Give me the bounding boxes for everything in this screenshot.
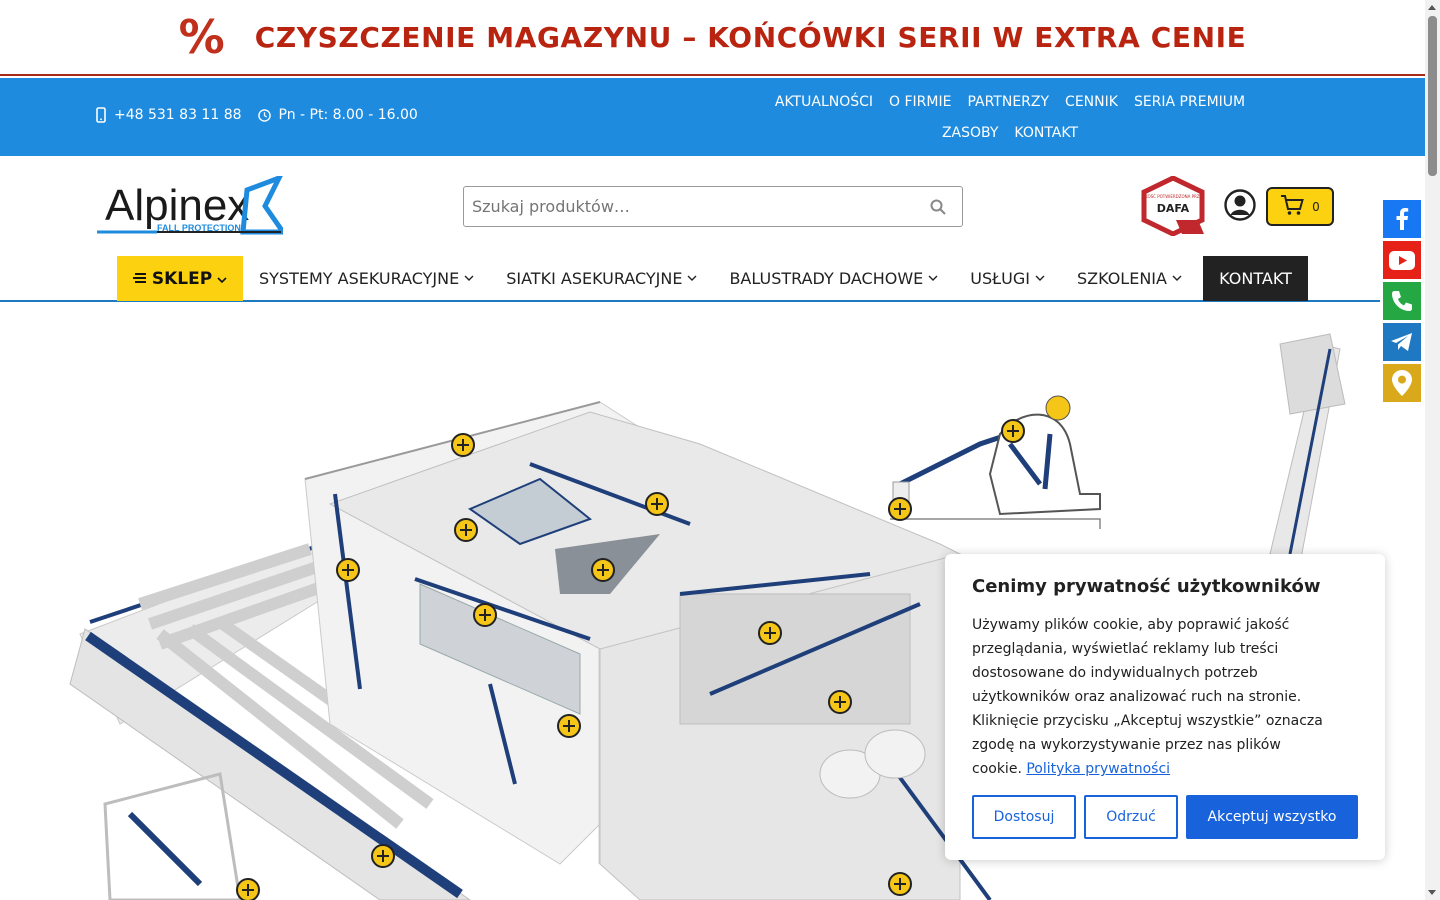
opening-hours-text: Pn - Pt: 8.00 - 16.00 xyxy=(278,107,418,123)
topnav-aktualnosci[interactable]: AKTUALNOŚCI xyxy=(767,90,881,114)
chevron-down-icon xyxy=(687,275,697,281)
cookie-buttons: Dostosuj Odrzuć Akceptuj wszystko xyxy=(972,795,1358,839)
user-account-icon[interactable] xyxy=(1224,189,1256,225)
logo-tagline: FALL PROTECTION xyxy=(157,223,241,233)
chevron-down-icon xyxy=(1035,275,1045,281)
shop-menu-button[interactable]: SKLEP xyxy=(117,256,243,301)
topnav-kontakt[interactable]: KONTAKT xyxy=(1006,121,1086,145)
chevron-down-icon xyxy=(928,275,938,281)
topnav-cennik[interactable]: CENNIK xyxy=(1057,90,1126,114)
chevron-down-icon xyxy=(464,275,474,281)
contact-info: +48 531 83 11 88 Pn - Pt: 8.00 - 16.00 xyxy=(96,107,418,123)
nav-systemy-asekuracyjne[interactable]: SYSTEMY ASEKURACYJNE xyxy=(243,255,490,301)
cookie-title: Cenimy prywatność użytkowników xyxy=(972,576,1321,597)
main-nav: SKLEP SYSTEMY ASEKURACYJNE SIATKI ASEKUR… xyxy=(0,255,1380,302)
top-bar: +48 531 83 11 88 Pn - Pt: 8.00 - 16.00 A… xyxy=(0,78,1425,156)
reject-button[interactable]: Odrzuć xyxy=(1084,795,1178,839)
nav-label: BALUSTRADY DACHOWE xyxy=(729,268,924,288)
nav-siatki-asekuracyjne[interactable]: SIATKI ASEKURACYJNE xyxy=(490,255,713,301)
opening-hours: Pn - Pt: 8.00 - 16.00 xyxy=(257,107,418,123)
top-nav: AKTUALNOŚCI O FIRMIE PARTNERZY CENNIK SE… xyxy=(740,78,1280,156)
nav-balustrady-dachowe[interactable]: BALUSTRADY DACHOWE xyxy=(713,255,954,301)
dafa-badge[interactable]: JAKOŚĆ POTWIERDZONA PRZEZ DAFA xyxy=(1140,175,1206,237)
nav-label: SZKOLENIA xyxy=(1076,268,1167,288)
clock-icon xyxy=(257,108,271,122)
nav-uslugi[interactable]: USŁUGI xyxy=(954,255,1061,301)
phone-number[interactable]: +48 531 83 11 88 xyxy=(114,107,242,123)
search-bar[interactable] xyxy=(463,186,963,227)
topnav-o-firmie[interactable]: O FIRMIE xyxy=(881,90,959,114)
privacy-policy-link[interactable]: Polityka prywatności xyxy=(1026,761,1170,777)
scrollbar[interactable] xyxy=(1425,0,1440,900)
dafa-small-text: JAKOŚĆ POTWIERDZONA PRZEZ xyxy=(1140,194,1205,199)
cart-button[interactable]: 0 xyxy=(1266,187,1334,226)
promo-text: CZYSZCZENIE MAGAZYNU – KOŃCÓWKI SERII W … xyxy=(254,20,1247,54)
youtube-icon[interactable] xyxy=(1383,241,1421,279)
alpinex-logo[interactable]: Alpinex FALL PROTECTION xyxy=(97,173,288,236)
cookie-text: Używamy plików cookie, aby poprawić jako… xyxy=(972,613,1332,781)
mobile-phone-icon xyxy=(96,107,106,123)
facebook-icon[interactable] xyxy=(1383,200,1421,238)
dafa-text: DAFA xyxy=(1157,202,1190,215)
nav-szkolenia[interactable]: SZKOLENIA xyxy=(1061,255,1198,301)
cart-count: 0 xyxy=(1312,199,1320,214)
main-nav-items: SYSTEMY ASEKURACYJNE SIATKI ASEKURACYJNE… xyxy=(243,255,1198,301)
customize-button[interactable]: Dostosuj xyxy=(972,795,1076,839)
topnav-seria-premium[interactable]: SERIA PREMIUM xyxy=(1126,90,1253,114)
telegram-icon[interactable] xyxy=(1383,323,1421,361)
scrollbar-thumb[interactable] xyxy=(1428,16,1437,176)
chevron-down-icon xyxy=(1172,275,1182,281)
scroll-up-arrow[interactable] xyxy=(1428,5,1436,10)
scroll-down-arrow[interactable] xyxy=(1428,890,1436,895)
nav-label: SYSTEMY ASEKURACYJNE xyxy=(259,268,460,288)
chevron-down-icon xyxy=(217,269,227,289)
percent-icon: % xyxy=(178,10,225,64)
cookie-body: Używamy plików cookie, aby poprawić jako… xyxy=(972,617,1323,777)
nav-kontakt-button[interactable]: KONTAKT xyxy=(1203,256,1308,301)
accept-all-button[interactable]: Akceptuj wszystko xyxy=(1186,795,1358,839)
phone-icon[interactable] xyxy=(1383,282,1421,320)
topnav-partnerzy[interactable]: PARTNERZY xyxy=(959,90,1057,114)
nav-label: USŁUGI xyxy=(970,268,1030,288)
nav-label: SIATKI ASEKURACYJNE xyxy=(506,268,683,288)
menu-lines-icon xyxy=(132,269,147,289)
social-sidebar xyxy=(1383,200,1421,402)
search-input[interactable] xyxy=(464,187,914,226)
shop-label: SKLEP xyxy=(151,268,213,289)
cookie-consent-panel: Cenimy prywatność użytkowników Używamy p… xyxy=(945,554,1385,860)
location-pin-icon[interactable] xyxy=(1383,364,1421,402)
search-icon[interactable] xyxy=(914,199,962,215)
promo-banner[interactable]: % CZYSZCZENIE MAGAZYNU – KOŃCÓWKI SERII … xyxy=(0,0,1425,76)
cart-icon xyxy=(1280,194,1304,220)
topnav-zasoby[interactable]: ZASOBY xyxy=(934,121,1006,145)
page: % CZYSZCZENIE MAGAZYNU – KOŃCÓWKI SERII … xyxy=(0,0,1440,900)
